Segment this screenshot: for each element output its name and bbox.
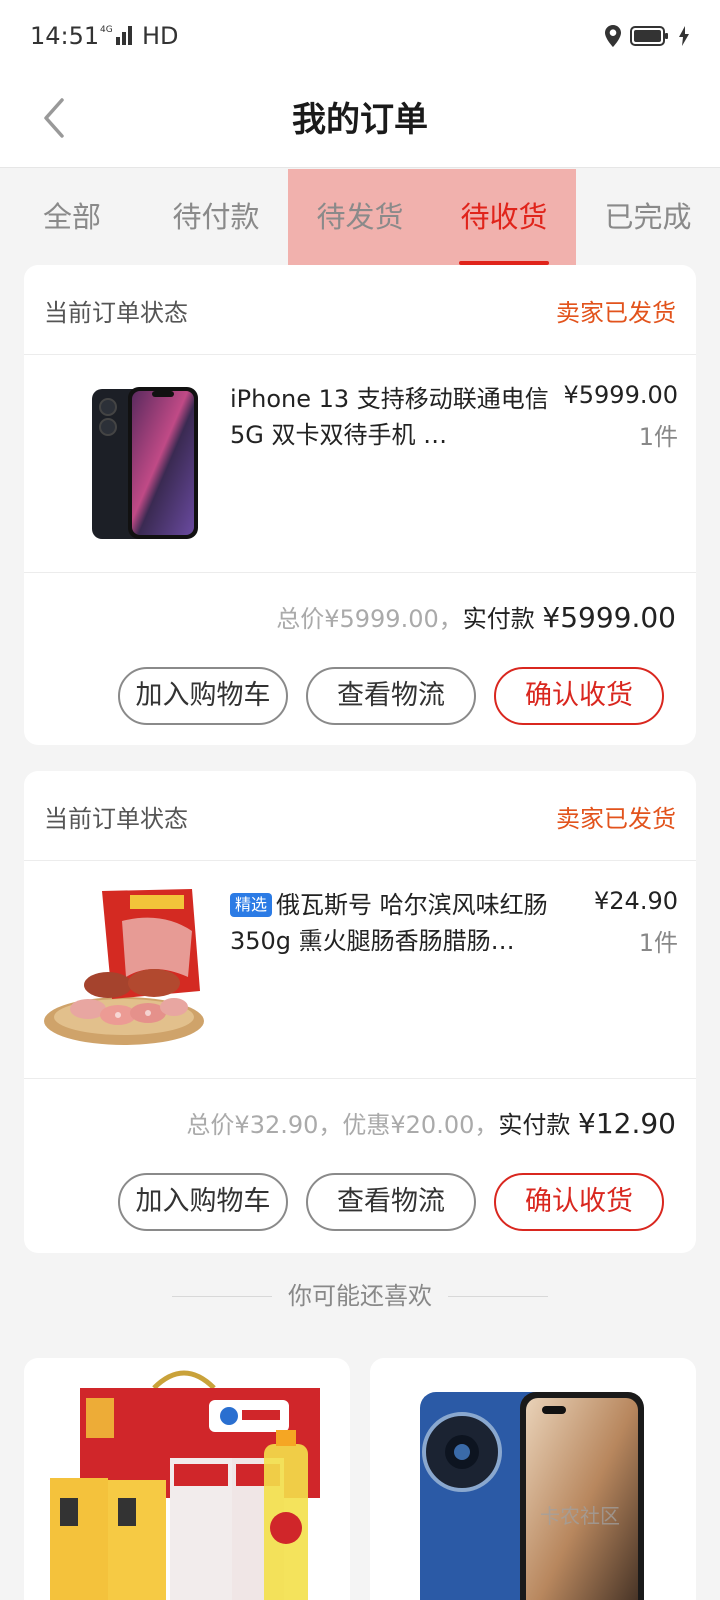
iphone-product-image — [92, 387, 198, 539]
view-logistics-button[interactable]: 查看物流 — [306, 1173, 476, 1231]
product-quantity: 1件 — [638, 423, 678, 451]
order-total-breakdown: 总价¥32.90，优惠¥20.00， — [186, 1111, 499, 1139]
location-icon — [605, 25, 621, 47]
order-product[interactable]: iPhone 13 支持移动联通电信5G 双卡双待手机 … ¥5999.00 1… — [24, 355, 696, 573]
order-total: 总价¥5999.00，实付款 ¥5999.00 — [276, 599, 676, 634]
phone-product-image — [420, 1392, 644, 1600]
tab-pending-payment[interactable]: 待付款 — [144, 169, 288, 265]
svg-text:4G: 4G — [100, 25, 113, 35]
order-tabs: 全部 待付款 待发货 待收货 已完成 — [0, 169, 720, 265]
divider-line — [172, 1296, 272, 1297]
recommend-item[interactable] — [24, 1358, 350, 1600]
confirm-receipt-button[interactable]: 确认收货 — [494, 667, 664, 725]
product-quantity: 1件 — [638, 929, 678, 957]
paid-label: 实付款 — [462, 605, 535, 633]
confirm-receipt-button[interactable]: 确认收货 — [494, 1173, 664, 1231]
nav-bar: 我的订单 — [0, 72, 720, 168]
view-logistics-button[interactable]: 查看物流 — [306, 667, 476, 725]
gift-box-product-image — [50, 1370, 320, 1600]
order-status-value: 卖家已发货 — [556, 299, 676, 327]
product-price: ¥5999.00 — [563, 381, 678, 409]
paid-amount: ¥12.90 — [578, 1107, 676, 1140]
recommend-item[interactable] — [370, 1358, 696, 1600]
order-status-header: 当前订单状态 卖家已发货 — [24, 265, 696, 355]
signal-icon: 4G — [100, 25, 132, 45]
add-to-cart-button[interactable]: 加入购物车 — [118, 1173, 288, 1231]
order-card: 当前订单状态 卖家已发货 iPhone 13 支持移动联通电信5G 双卡双待手机… — [24, 265, 696, 745]
order-status-label: 当前订单状态 — [44, 805, 188, 833]
product-title: 精选 俄瓦斯号 哈尔滨风味红肠 350g 熏火腿肠香肠腊肠… — [230, 887, 560, 959]
order-total: 总价¥32.90，优惠¥20.00，实付款 ¥12.90 — [186, 1105, 676, 1140]
add-to-cart-button[interactable]: 加入购物车 — [118, 667, 288, 725]
recommend-title: 你可能还喜欢 — [288, 1282, 432, 1310]
order-footer: 总价¥32.90，优惠¥20.00，实付款 ¥12.90 加入购物车 查看物流 … — [24, 1079, 696, 1249]
recommend-section-title: 你可能还喜欢 — [0, 1276, 720, 1316]
order-status-header: 当前订单状态 卖家已发货 — [24, 771, 696, 861]
order-card: 当前订单状态 卖家已发货 精选 俄瓦斯号 哈尔滨风味红肠 350g 熏火腿肠香肠腊… — [24, 771, 696, 1253]
hd-indicator: HD — [142, 22, 179, 50]
product-title-text: 俄瓦斯号 哈尔滨风味红肠 350g 熏火腿肠香肠腊肠… — [230, 891, 548, 955]
product-price: ¥24.90 — [594, 887, 678, 915]
tab-completed[interactable]: 已完成 — [576, 169, 720, 265]
divider-line — [448, 1296, 548, 1297]
battery-icon — [630, 26, 668, 46]
order-status-value: 卖家已发货 — [556, 805, 676, 833]
tab-pending-shipment[interactable]: 待发货 — [288, 169, 432, 265]
order-status-label: 当前订单状态 — [44, 299, 188, 327]
charging-icon — [679, 26, 689, 46]
paid-label: 实付款 — [498, 1111, 571, 1139]
order-footer: 总价¥5999.00，实付款 ¥5999.00 加入购物车 查看物流 确认收货 — [24, 573, 696, 743]
status-time: 14:51 — [30, 22, 100, 50]
tab-pending-receipt[interactable]: 待收货 — [432, 169, 576, 265]
status-bar: 14:51 4G HD — [0, 0, 720, 72]
order-total-breakdown: 总价¥5999.00， — [276, 605, 463, 633]
sausage-product-image — [44, 889, 204, 1045]
paid-amount: ¥5999.00 — [542, 601, 676, 634]
tab-pending-receipt-label: 待收货 — [460, 200, 548, 234]
product-title: iPhone 13 支持移动联通电信5G 双卡双待手机 … — [230, 385, 549, 449]
watermark: 卡农社区 — [540, 1504, 620, 1528]
order-product[interactable]: 精选 俄瓦斯号 哈尔滨风味红肠 350g 熏火腿肠香肠腊肠… ¥24.90 1件 — [24, 861, 696, 1079]
tab-all[interactable]: 全部 — [0, 169, 144, 265]
featured-tag: 精选 — [230, 893, 273, 917]
page-title: 我的订单 — [292, 100, 428, 140]
